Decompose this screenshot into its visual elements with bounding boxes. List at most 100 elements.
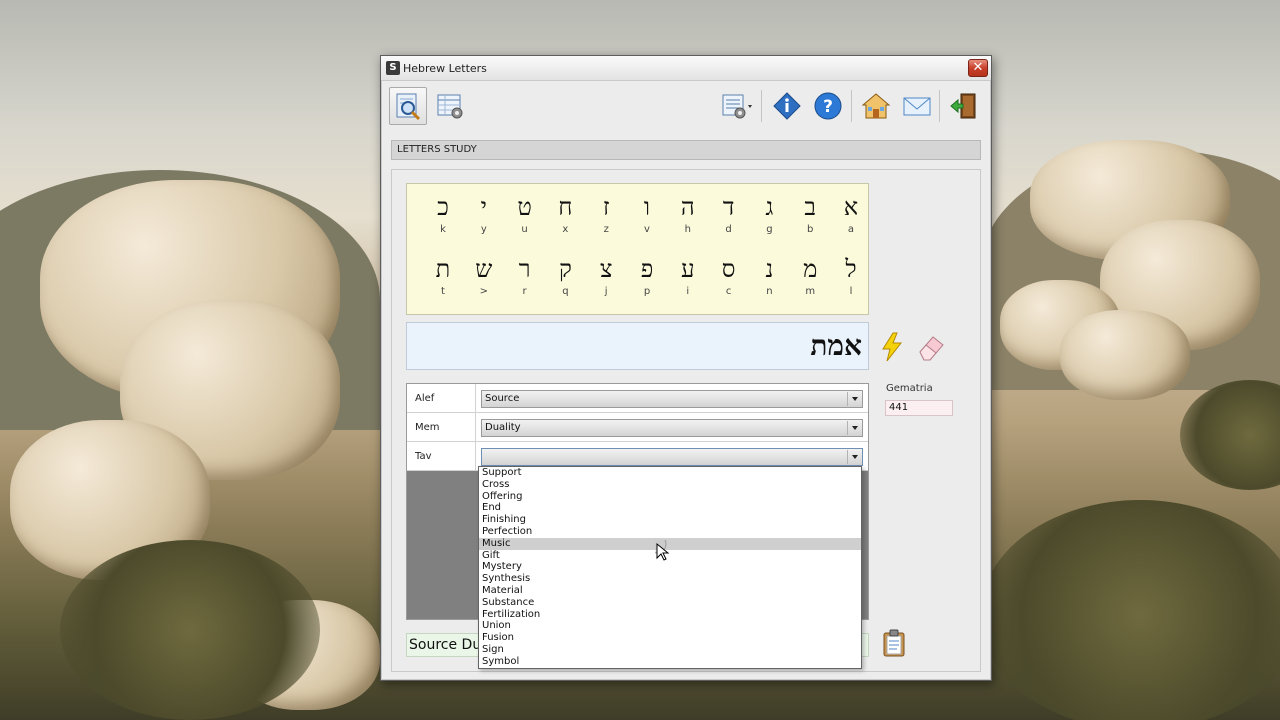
svg-text:?: ? bbox=[823, 97, 833, 117]
transliteration: > bbox=[479, 286, 488, 297]
info-diamond-icon bbox=[773, 92, 801, 120]
letter-cell[interactable]: מm bbox=[790, 254, 830, 297]
dropdown-option[interactable]: Support bbox=[479, 467, 861, 479]
combo-value: Duality bbox=[485, 422, 521, 433]
association-select-tav[interactable] bbox=[481, 448, 863, 466]
copy-button[interactable] bbox=[879, 628, 909, 658]
letter-cell[interactable]: בb bbox=[790, 192, 830, 235]
hebrew-letter: ת bbox=[435, 255, 451, 283]
transliteration: v bbox=[644, 224, 650, 235]
dropdown-option[interactable]: Sign bbox=[479, 644, 861, 656]
letter-cell[interactable]: תt bbox=[423, 254, 463, 297]
letter-cell[interactable]: זz bbox=[586, 192, 626, 235]
dropdown-option[interactable]: Fertilization bbox=[479, 609, 861, 621]
dropdown-option[interactable]: Material bbox=[479, 585, 861, 597]
hebrew-letter: ע bbox=[681, 255, 695, 283]
section-header: LETTERS STUDY bbox=[391, 140, 981, 160]
clear-button[interactable] bbox=[916, 332, 946, 362]
hebrew-letter: ש bbox=[475, 255, 493, 283]
transliteration: g bbox=[766, 224, 773, 235]
dropdown-option[interactable]: Mystery bbox=[479, 561, 861, 573]
hebrew-letter: ז bbox=[602, 193, 610, 221]
word-text: אמת bbox=[810, 329, 862, 362]
transliteration: r bbox=[522, 286, 527, 297]
exit-button[interactable] bbox=[945, 87, 983, 125]
dropdown-option[interactable]: Finishing bbox=[479, 514, 861, 526]
hebrew-letter: כ bbox=[437, 193, 449, 221]
letter-cell[interactable]: סc bbox=[709, 254, 749, 297]
transliteration: q bbox=[562, 286, 569, 297]
hebrew-letter: ט bbox=[517, 193, 532, 221]
transliteration: y bbox=[480, 224, 487, 235]
hebrew-letter: ה bbox=[680, 193, 695, 221]
transliteration: d bbox=[725, 224, 732, 235]
chevron-down-icon[interactable] bbox=[847, 392, 861, 406]
dropdown-option[interactable]: Fusion bbox=[479, 632, 861, 644]
hebrew-letter: צ bbox=[599, 255, 613, 283]
letter-cell[interactable]: הh bbox=[668, 192, 708, 235]
hebrew-letter: ל bbox=[845, 255, 857, 283]
eraser-icon bbox=[919, 336, 944, 361]
combo-value: Source bbox=[485, 393, 520, 404]
letter-cell[interactable]: רr bbox=[505, 254, 545, 297]
study-button[interactable] bbox=[389, 87, 427, 125]
letters-grid: אaבbגgדdהhוvזzחxטuיyכkלlמmנnסcעiפpצjקqרr… bbox=[406, 183, 869, 315]
letter-cell[interactable]: פp bbox=[627, 254, 667, 297]
letter-cell[interactable]: לl bbox=[831, 254, 871, 297]
transliteration: b bbox=[807, 224, 814, 235]
letter-cell[interactable]: קq bbox=[545, 254, 585, 297]
transliteration: i bbox=[686, 286, 690, 297]
hebrew-letter: י bbox=[480, 193, 487, 221]
association-row-alef: Alef Source bbox=[407, 384, 868, 413]
title-bar[interactable]: S Hebrew Letters ✕ bbox=[381, 56, 991, 81]
transliteration: j bbox=[604, 286, 608, 297]
letter-cell[interactable]: כk bbox=[423, 192, 463, 235]
columns-menu-button[interactable] bbox=[717, 87, 757, 125]
close-button[interactable]: ✕ bbox=[968, 59, 988, 77]
letter-cell[interactable]: גg bbox=[749, 192, 789, 235]
letter-cell[interactable]: טu bbox=[505, 192, 545, 235]
letter-cell[interactable]: אa bbox=[831, 192, 871, 235]
transliteration: p bbox=[643, 286, 651, 297]
chevron-down-icon[interactable] bbox=[847, 421, 861, 435]
table-settings-button[interactable] bbox=[431, 87, 469, 125]
lightning-icon bbox=[882, 332, 903, 362]
hebrew-letter: נ bbox=[765, 255, 774, 283]
hebrew-letter: מ bbox=[803, 255, 818, 283]
chevron-down-icon[interactable] bbox=[847, 450, 861, 464]
help-button[interactable]: ? bbox=[809, 87, 847, 125]
letter-cell[interactable]: נn bbox=[749, 254, 789, 297]
dropdown-option[interactable]: Symbol bbox=[479, 656, 861, 668]
association-dropdown-list[interactable]: Support Cross Offering End Finishing Perfecti… bbox=[478, 466, 862, 669]
dropdown-option[interactable]: End bbox=[479, 502, 861, 514]
letter-cell[interactable]: צj bbox=[586, 254, 626, 297]
home-button[interactable] bbox=[857, 87, 895, 125]
dropdown-option[interactable]: Substance bbox=[479, 597, 861, 609]
letter-cell[interactable]: חx bbox=[545, 192, 585, 235]
hebrew-letter: פ bbox=[640, 255, 654, 283]
hebrew-letter: ג bbox=[765, 193, 774, 221]
letter-cell[interactable]: עi bbox=[668, 254, 708, 297]
hebrew-letter: ח bbox=[558, 193, 573, 221]
transliteration: t bbox=[441, 286, 445, 297]
letter-cell[interactable]: דd bbox=[709, 192, 749, 235]
word-input[interactable]: אמת bbox=[406, 322, 869, 370]
association-select-mem[interactable]: Duality bbox=[481, 419, 863, 437]
association-select-alef[interactable]: Source bbox=[481, 390, 863, 408]
toolbar: ? bbox=[387, 84, 985, 130]
letter-cell[interactable]: יy bbox=[464, 192, 504, 235]
association-letter: Tav bbox=[415, 451, 432, 462]
dropdown-option[interactable]: Offering bbox=[479, 491, 861, 503]
letter-cell[interactable]: וv bbox=[627, 192, 667, 235]
dropdown-option[interactable]: Synthesis bbox=[479, 573, 861, 585]
hebrew-letter: ב bbox=[804, 193, 816, 221]
letter-cell[interactable]: ש > bbox=[464, 254, 504, 297]
mail-button[interactable] bbox=[898, 87, 936, 125]
hebrew-letter: ר bbox=[518, 255, 531, 283]
mouse-pointer-icon bbox=[655, 540, 670, 561]
compute-button[interactable] bbox=[877, 332, 907, 362]
dropdown-option[interactable]: Perfection bbox=[479, 526, 861, 538]
dropdown-option[interactable]: Union bbox=[479, 620, 861, 632]
info-button[interactable] bbox=[768, 87, 806, 125]
dropdown-option[interactable]: Cross bbox=[479, 479, 861, 491]
